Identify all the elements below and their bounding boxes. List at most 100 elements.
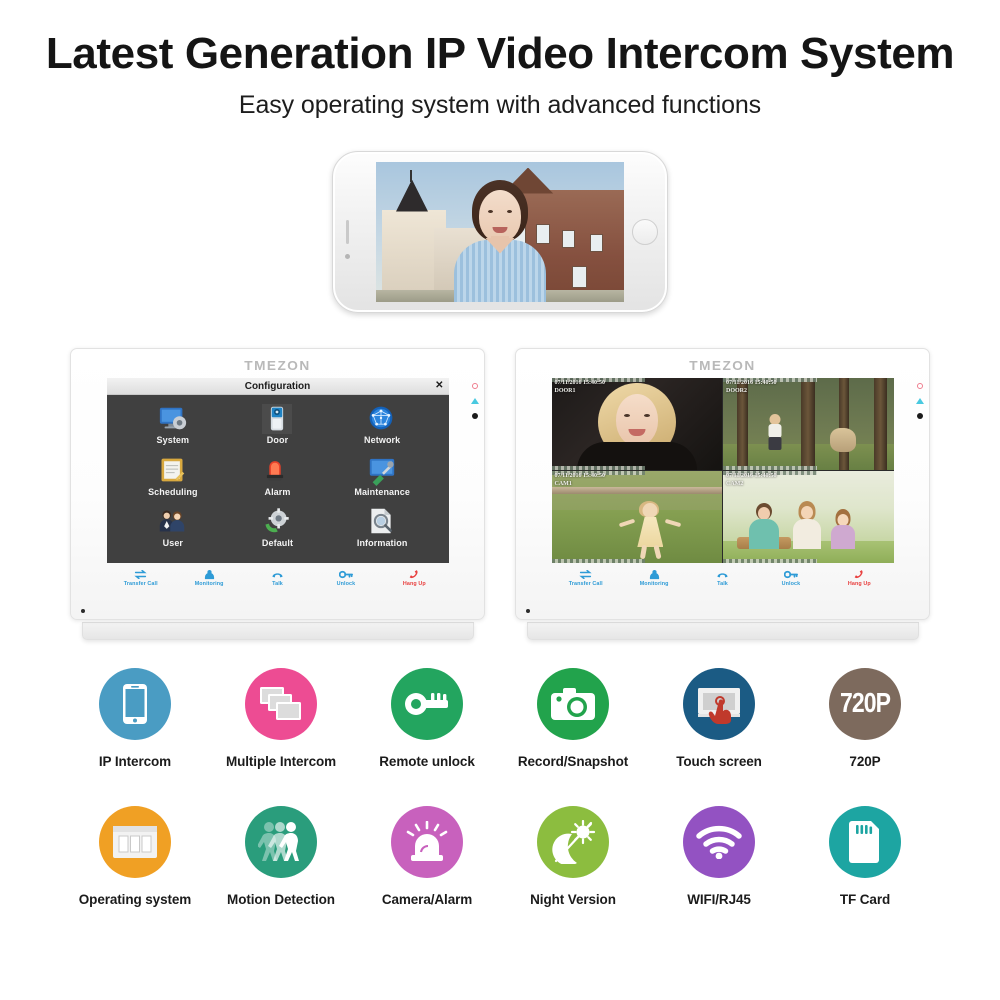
toolbar-transfer-call[interactable]: Transfer Call — [552, 569, 620, 587]
key-icon — [338, 569, 353, 580]
moon-sun-icon — [537, 806, 609, 878]
monitor-body: TMEZON Configuration ✕ System Door Netwo… — [70, 348, 485, 620]
toolbar-label: Talk — [272, 581, 283, 587]
person-shirt — [454, 237, 546, 302]
toolbar-unlock[interactable]: Unlock — [312, 569, 380, 587]
menu-label: Default — [261, 538, 294, 549]
camera-osd: 07/11/2016 15:40:50 CAM1 — [555, 473, 606, 488]
feature-night-version[interactable]: Night Version — [500, 806, 646, 907]
monitor-configuration: TMEZON Configuration ✕ System Door Netwo… — [70, 348, 485, 640]
phone-home-button[interactable] — [632, 218, 658, 245]
camera-panel-door2[interactable]: 07/11/2016 15:40:50 DOOR2 — [723, 378, 894, 470]
person-face — [479, 189, 521, 242]
camera-icon — [537, 668, 609, 740]
mic-dot-icon — [472, 413, 478, 419]
menu-item-scheduling[interactable]: Scheduling — [121, 456, 226, 508]
toolbar-hang-up[interactable]: Hang Up — [380, 569, 448, 587]
feature-remote-unlock[interactable]: Remote unlock — [354, 668, 500, 769]
feature-camera-alarm[interactable]: Camera/Alarm — [354, 806, 500, 907]
feature-label: WIFI/RJ45 — [687, 892, 751, 907]
toolbar-monitoring[interactable]: Monitoring — [175, 569, 243, 587]
menu-item-system[interactable]: System — [121, 404, 226, 456]
menu-label: Door — [266, 435, 289, 445]
smartphone-mockup — [0, 150, 1000, 313]
feature-label: Motion Detection — [227, 892, 335, 907]
feature-label: TF Card — [839, 892, 891, 907]
toolbar-hang-up[interactable]: Hang Up — [825, 569, 893, 587]
feature-label: Operating system — [78, 892, 192, 907]
key-icon — [391, 668, 463, 740]
feature-label: Multiple Intercom — [225, 754, 337, 769]
menu-label: Information — [356, 538, 408, 549]
feature-row-2: Operating system Motion Detection Camera… — [0, 806, 1000, 907]
camera-panel-cam2[interactable]: 07/11/2016 15:40:50 CAM2 — [723, 471, 894, 563]
menu-item-door[interactable]: Door — [225, 404, 330, 456]
status-led-icon — [471, 398, 479, 404]
feature-ip-intercom[interactable]: IP Intercom — [62, 668, 208, 769]
feature-operating-system[interactable]: Operating system — [62, 806, 208, 907]
close-icon[interactable]: ✕ — [435, 381, 443, 391]
menu-item-maintenance[interactable]: Maintenance — [330, 456, 435, 508]
menu-item-information[interactable]: Information — [330, 507, 435, 559]
menu-item-alarm[interactable]: Alarm — [225, 456, 330, 508]
quad-camera-grid: 07/11/2016 15:40:50 DOOR1 07/11/2016 15:… — [551, 378, 894, 563]
monitor-screen[interactable]: 07/11/2016 15:40:50 DOOR1 07/11/2016 15:… — [551, 378, 894, 563]
person-monitor-icon — [649, 569, 660, 580]
siren-icon — [262, 456, 292, 486]
video-call-scene — [376, 161, 624, 302]
monitor-indicators — [471, 383, 479, 419]
transfer-arrows-icon — [579, 569, 592, 580]
feature-tf-card[interactable]: TF Card — [792, 806, 938, 907]
toolbar-talk[interactable]: Talk — [688, 569, 756, 587]
header: Latest Generation IP Video Intercom Syst… — [0, 0, 1000, 120]
menu-item-user[interactable]: User — [121, 507, 226, 559]
toolbar-label: Transfer Call — [123, 581, 158, 587]
status-led-icon — [916, 398, 924, 404]
monitor-stand — [81, 622, 474, 640]
menu-label: Maintenance — [354, 486, 410, 497]
walking-people-icon — [245, 806, 317, 878]
toolbar-transfer-call[interactable]: Transfer Call — [107, 569, 175, 587]
toolbar-monitoring[interactable]: Monitoring — [620, 569, 688, 587]
monitor-toolbar: Transfer Call Monitoring Talk Unlock Han… — [552, 569, 894, 587]
camera-channel: CAM1 — [554, 480, 572, 487]
toolbar-label: Monitoring — [639, 581, 669, 587]
feature-motion-detection[interactable]: Motion Detection — [208, 806, 354, 907]
page-title: Latest Generation IP Video Intercom Syst… — [45, 29, 955, 78]
window-layout-icon — [99, 806, 171, 878]
camera-panel-cam1[interactable]: 07/11/2016 15:40:50 CAM1 — [551, 471, 722, 563]
phone-camera-icon — [345, 253, 350, 259]
camera-panel-door1[interactable]: 07/11/2016 15:40:50 DOOR1 — [551, 378, 722, 470]
feature-label: Touch screen — [676, 754, 762, 769]
clipboard-pen-icon — [158, 456, 188, 486]
feature-label: Camera/Alarm — [381, 892, 473, 907]
feature-touch-screen[interactable]: Touch screen — [646, 668, 792, 769]
feature-record-snapshot[interactable]: Record/Snapshot — [500, 668, 646, 769]
multi-screens-icon — [245, 668, 317, 740]
feature-label: IP Intercom — [98, 754, 172, 769]
toolbar-label: Transfer Call — [568, 581, 603, 587]
feature-label: Night Version — [530, 892, 616, 907]
menu-item-default[interactable]: Default — [225, 507, 330, 559]
door-station-icon — [262, 404, 293, 434]
toolbar-talk[interactable]: Talk — [243, 569, 311, 587]
toolbar-unlock[interactable]: Unlock — [757, 569, 825, 587]
menu-item-network[interactable]: Network — [330, 404, 435, 456]
resolution-text: 720P — [840, 687, 891, 720]
bottom-led-icon — [81, 609, 85, 613]
key-icon — [783, 569, 798, 580]
toolbar-label: Unlock — [336, 581, 356, 587]
feature-label: Record/Snapshot — [517, 754, 629, 769]
monitor-indicators — [916, 383, 924, 419]
camera-timestamp: 07/11/2016 15:40:50 — [554, 380, 606, 386]
monitor-quad-view: TMEZON 07/11/2016 15:40:50 DOOR1 07/11/2… — [515, 348, 930, 640]
menu-label: System — [156, 435, 190, 445]
menu-label: Network — [364, 435, 401, 445]
monitor-screen[interactable]: Configuration ✕ System Door Network Sche… — [106, 378, 449, 563]
monitor-wrench-icon — [367, 456, 397, 486]
menu-label: Alarm — [264, 486, 291, 497]
feature-multiple-intercom[interactable]: Multiple Intercom — [208, 668, 354, 769]
sd-card-icon — [829, 806, 901, 878]
feature-720p[interactable]: 720P 720P — [792, 668, 938, 769]
feature-wifi-rj45[interactable]: WIFI/RJ45 — [646, 806, 792, 907]
